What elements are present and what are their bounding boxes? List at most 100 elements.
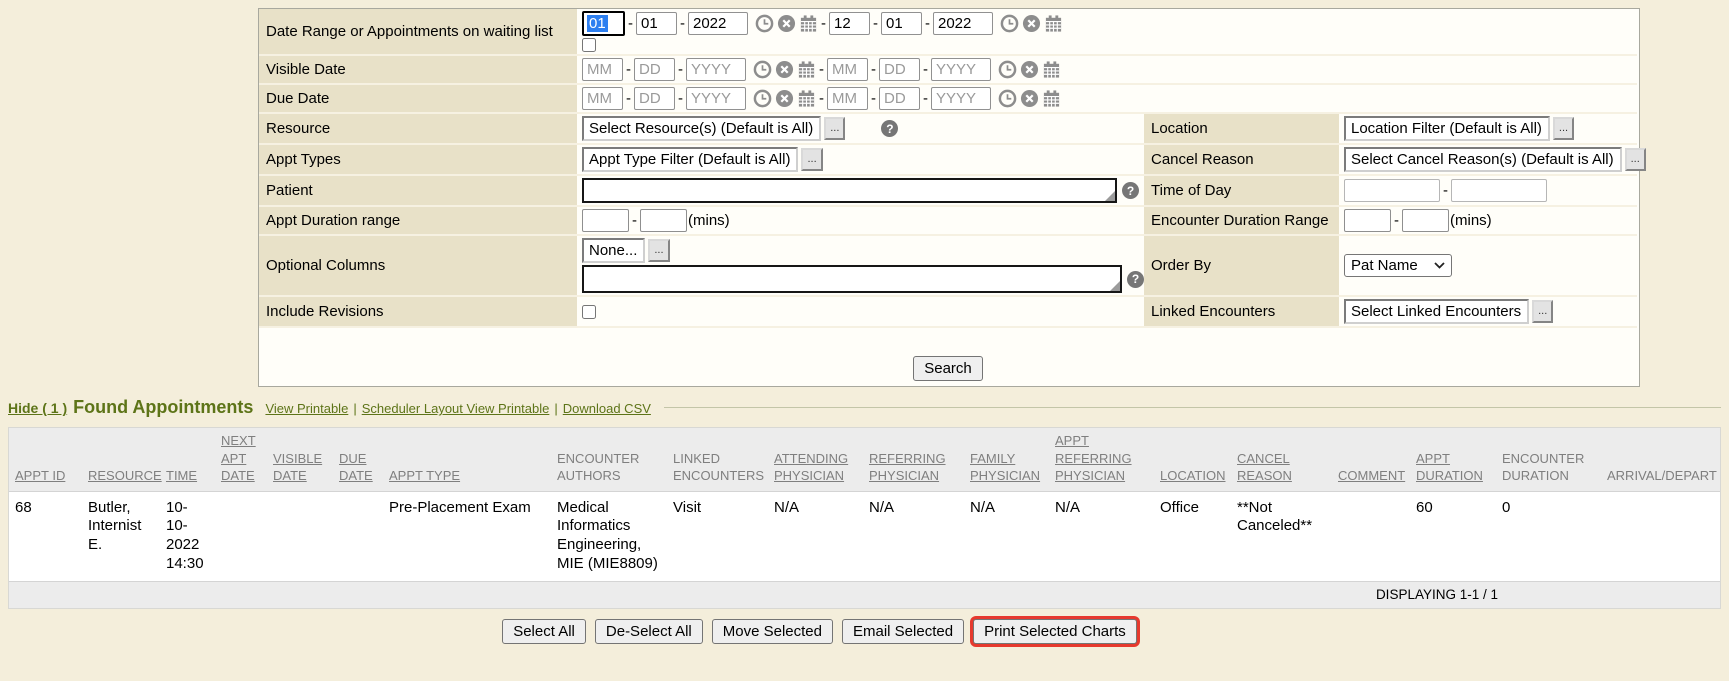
due-date-from-day-input[interactable]	[634, 87, 675, 110]
clock-icon[interactable]	[998, 60, 1017, 79]
table-header-row: APPT ID RESOURCE TIME NEXT APT DATE VISI…	[9, 428, 1720, 491]
patient-input[interactable]	[582, 178, 1117, 203]
resource-picker[interactable]: Select Resource(s) (Default is All)	[582, 116, 821, 141]
visible-date-from-month-input[interactable]	[582, 58, 623, 81]
help-icon[interactable]: ?	[881, 120, 898, 137]
de-select-all-button[interactable]: De-Select All	[595, 619, 703, 644]
optional-columns-browse-button[interactable]: ...	[648, 239, 669, 262]
due-date-to-day-input[interactable]	[879, 87, 920, 110]
visible-date-label: Visible Date	[259, 56, 577, 85]
col-arrival-depart: ARRIVAL/DEPART	[1601, 428, 1720, 491]
col-comment: COMMENT	[1332, 428, 1410, 491]
time-of-day-start-input[interactable]	[1344, 179, 1440, 202]
include-revisions-checkbox[interactable]	[582, 305, 596, 319]
col-visible-date: VISIBLE DATE	[267, 428, 333, 491]
col-next-apt-date: NEXT APT DATE	[215, 428, 267, 491]
due-date-from-year-input[interactable]	[686, 87, 746, 110]
chevron-down-icon	[1434, 262, 1445, 269]
due-date-to-month-input[interactable]	[827, 87, 868, 110]
linked-encounters-browse-button[interactable]: ...	[1532, 300, 1553, 323]
clear-date-icon[interactable]	[1022, 14, 1041, 33]
date-range-from-day-input[interactable]	[636, 12, 677, 35]
calendar-icon[interactable]	[797, 89, 816, 108]
cancel-reason-picker[interactable]: Select Cancel Reason(s) (Default is All)	[1344, 147, 1622, 172]
order-by-select[interactable]: Pat Name	[1344, 254, 1452, 277]
visible-date-to-year-input[interactable]	[931, 58, 991, 81]
time-of-day-end-input[interactable]	[1451, 179, 1547, 202]
results-header: Hide ( 1 ) Found Appointments View Print…	[8, 397, 1721, 418]
clear-date-icon[interactable]	[775, 60, 794, 79]
visible-date-from-day-input[interactable]	[634, 58, 675, 81]
units-label: (mins)	[1450, 212, 1492, 229]
patient-label: Patient	[259, 176, 577, 207]
location-picker[interactable]: Location Filter (Default is All)	[1344, 116, 1550, 141]
help-icon[interactable]: ?	[1122, 182, 1139, 199]
calendar-icon[interactable]	[797, 60, 816, 79]
cell-referring-physician: N/A	[863, 491, 964, 581]
cancel-reason-label: Cancel Reason	[1144, 145, 1339, 176]
date-range-to-year-input[interactable]	[933, 12, 993, 35]
due-date-from-month-input[interactable]	[582, 87, 623, 110]
due-date-to-year-input[interactable]	[931, 87, 991, 110]
linked-encounters-picker[interactable]: Select Linked Encounters	[1344, 299, 1529, 324]
location-browse-button[interactable]: ...	[1553, 117, 1574, 140]
appt-type-browse-button[interactable]: ...	[801, 148, 822, 171]
visible-date-from-year-input[interactable]	[686, 58, 746, 81]
clock-icon[interactable]	[753, 89, 772, 108]
appt-duration-min-input[interactable]	[582, 209, 629, 232]
calendar-icon[interactable]	[1042, 89, 1061, 108]
col-encounter-duration: ENCOUNTER DURATION	[1496, 428, 1601, 491]
optional-columns-picker[interactable]: None...	[582, 238, 645, 263]
units-label: (mins)	[688, 212, 730, 229]
optional-columns-input[interactable]	[582, 265, 1122, 293]
scheduler-layout-view-printable-link[interactable]: Scheduler Layout View Printable	[362, 401, 550, 416]
clear-date-icon[interactable]	[775, 89, 794, 108]
due-date-label: Due Date	[259, 85, 577, 114]
date-range-to-day-input[interactable]	[881, 12, 922, 35]
clock-icon[interactable]	[755, 14, 774, 33]
view-printable-link[interactable]: View Printable	[265, 401, 348, 416]
col-referring-physician: REFERRING PHYSICIAN	[863, 428, 964, 491]
hide-results-link[interactable]: Hide ( 1 )	[8, 400, 67, 416]
date-range-from-month-input[interactable]: 01	[582, 11, 625, 36]
help-icon[interactable]: ?	[1127, 271, 1144, 288]
download-csv-link[interactable]: Download CSV	[563, 401, 651, 416]
cell-encounter-duration: 0	[1496, 491, 1601, 581]
selected-text: 01	[587, 15, 608, 32]
email-selected-button[interactable]: Email Selected	[842, 619, 964, 644]
actions-row: Select All De-Select All Move Selected E…	[0, 619, 1684, 644]
clock-icon[interactable]	[1000, 14, 1019, 33]
clear-date-icon[interactable]	[1020, 60, 1039, 79]
select-all-button[interactable]: Select All	[502, 619, 586, 644]
move-selected-button[interactable]: Move Selected	[712, 619, 833, 644]
clear-date-icon[interactable]	[777, 14, 796, 33]
time-of-day-label: Time of Day	[1144, 176, 1339, 207]
visible-date-to-month-input[interactable]	[827, 58, 868, 81]
search-button[interactable]: Search	[913, 356, 983, 381]
cell-appt-type: Pre-Placement Exam	[383, 491, 551, 581]
appt-type-picker[interactable]: Appt Type Filter (Default is All)	[582, 147, 798, 172]
clock-icon[interactable]	[998, 89, 1017, 108]
cell-appt-referring-physician: N/A	[1049, 491, 1154, 581]
clear-date-icon[interactable]	[1020, 89, 1039, 108]
found-appointments-table: APPT ID RESOURCE TIME NEXT APT DATE VISI…	[8, 427, 1721, 609]
table-row[interactable]: 68 Butler, Internist E. 10-10-2022 14:30…	[9, 491, 1720, 581]
print-selected-charts-button[interactable]: Print Selected Charts	[973, 619, 1137, 644]
visible-date-to-day-input[interactable]	[879, 58, 920, 81]
calendar-icon[interactable]	[1042, 60, 1061, 79]
waiting-list-checkbox[interactable]	[582, 38, 596, 52]
clock-icon[interactable]	[753, 60, 772, 79]
encounter-duration-label: Encounter Duration Range	[1144, 207, 1339, 236]
date-range-from-year-input[interactable]	[688, 12, 748, 35]
col-appt-id: APPT ID	[9, 428, 82, 491]
resource-browse-button[interactable]: ...	[824, 117, 845, 140]
encounter-duration-min-input[interactable]	[1344, 209, 1391, 232]
calendar-icon[interactable]	[1044, 14, 1063, 33]
calendar-icon[interactable]	[799, 14, 818, 33]
date-range-to-month-input[interactable]	[829, 12, 870, 35]
cell-cancel-reason: **Not Canceled**	[1231, 491, 1332, 581]
appt-duration-max-input[interactable]	[640, 209, 687, 232]
cancel-reason-browse-button[interactable]: ...	[1625, 148, 1646, 171]
col-due-date: DUE DATE	[333, 428, 383, 491]
encounter-duration-max-input[interactable]	[1402, 209, 1449, 232]
